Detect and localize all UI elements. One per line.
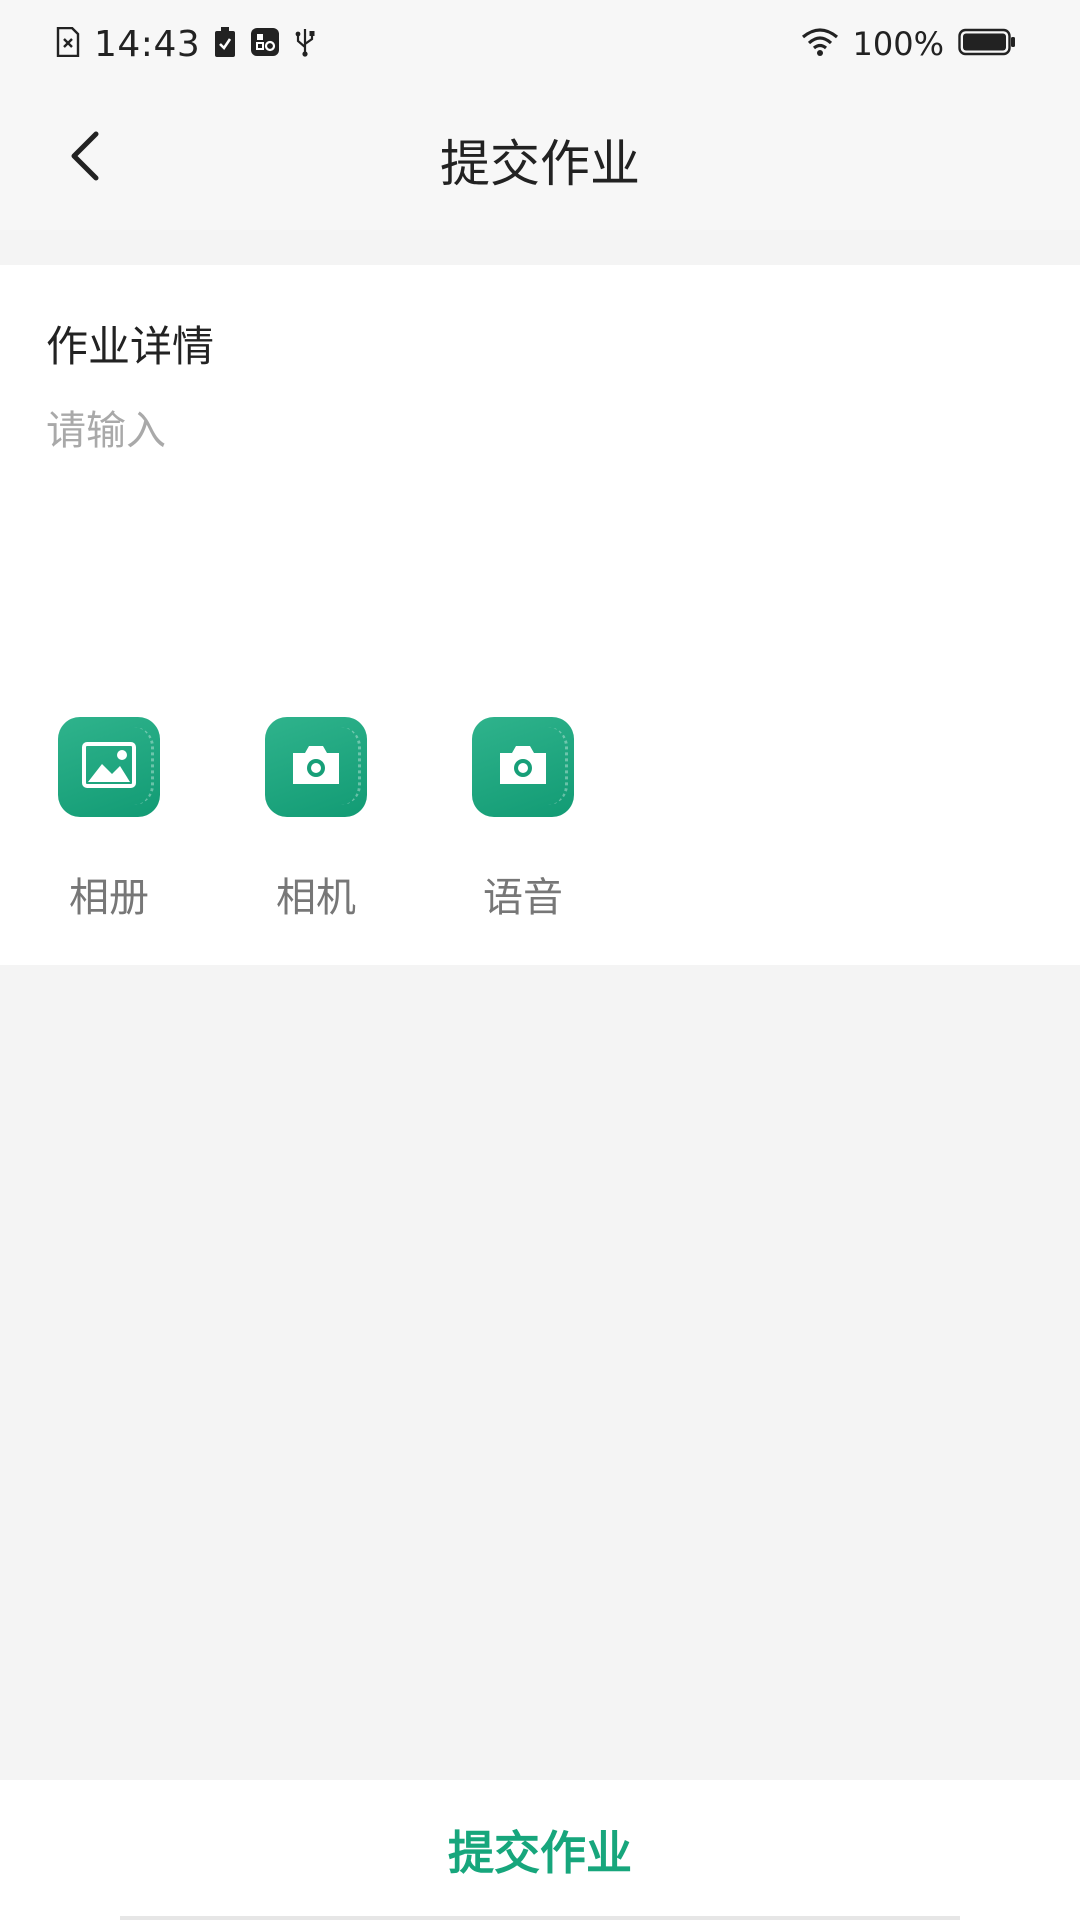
attach-label: 相册 bbox=[69, 875, 149, 921]
attach-label: 相机 bbox=[276, 875, 356, 921]
wifi-icon bbox=[801, 27, 839, 61]
bottom-action-bar: 提交作业 bbox=[0, 1780, 1080, 1920]
usb-icon bbox=[294, 27, 316, 61]
attach-label: 语音 bbox=[483, 875, 563, 921]
camera-icon bbox=[496, 743, 550, 791]
sim-off-icon bbox=[56, 26, 80, 61]
app-header: 提交作业 bbox=[0, 90, 1080, 230]
app-screen: 14:43 100% 提交作业 作业详情 请输入 相册 相机 语音 提交作业 bbox=[0, 0, 1080, 1920]
status-bar: 14:43 100% bbox=[0, 0, 1080, 90]
battery-icon bbox=[958, 27, 1016, 61]
album-icon bbox=[82, 742, 136, 792]
camera-icon bbox=[289, 743, 343, 791]
battery-percent: 100% bbox=[852, 25, 944, 63]
status-left: 14:43 bbox=[56, 18, 316, 70]
status-time: 14:43 bbox=[94, 23, 201, 65]
chevron-left-icon bbox=[66, 130, 106, 186]
attach-album-button[interactable]: 相册 bbox=[58, 717, 265, 923]
status-right: 100% bbox=[801, 18, 1016, 70]
attach-camera-button[interactable]: 相机 bbox=[265, 717, 472, 923]
camera-tile bbox=[265, 717, 367, 817]
tile-decoration bbox=[548, 727, 568, 805]
attach-voice-button[interactable]: 语音 bbox=[472, 717, 679, 923]
submit-homework-button[interactable]: 提交作业 bbox=[388, 1797, 692, 1903]
back-button[interactable] bbox=[50, 122, 122, 194]
homework-detail-card: 作业详情 相册 bbox=[0, 265, 1080, 965]
album-tile bbox=[58, 717, 160, 817]
tile-decoration bbox=[134, 727, 154, 805]
attachment-options: 相册 相机 语音 bbox=[58, 717, 679, 923]
page-title: 提交作业 bbox=[440, 135, 640, 193]
voice-tile bbox=[472, 717, 574, 817]
tile-decoration bbox=[341, 727, 361, 805]
section-title: 作业详情 bbox=[46, 322, 215, 371]
battery-saver-icon bbox=[214, 27, 236, 61]
app-notification-icon bbox=[250, 27, 280, 61]
home-indicator bbox=[120, 1916, 960, 1920]
